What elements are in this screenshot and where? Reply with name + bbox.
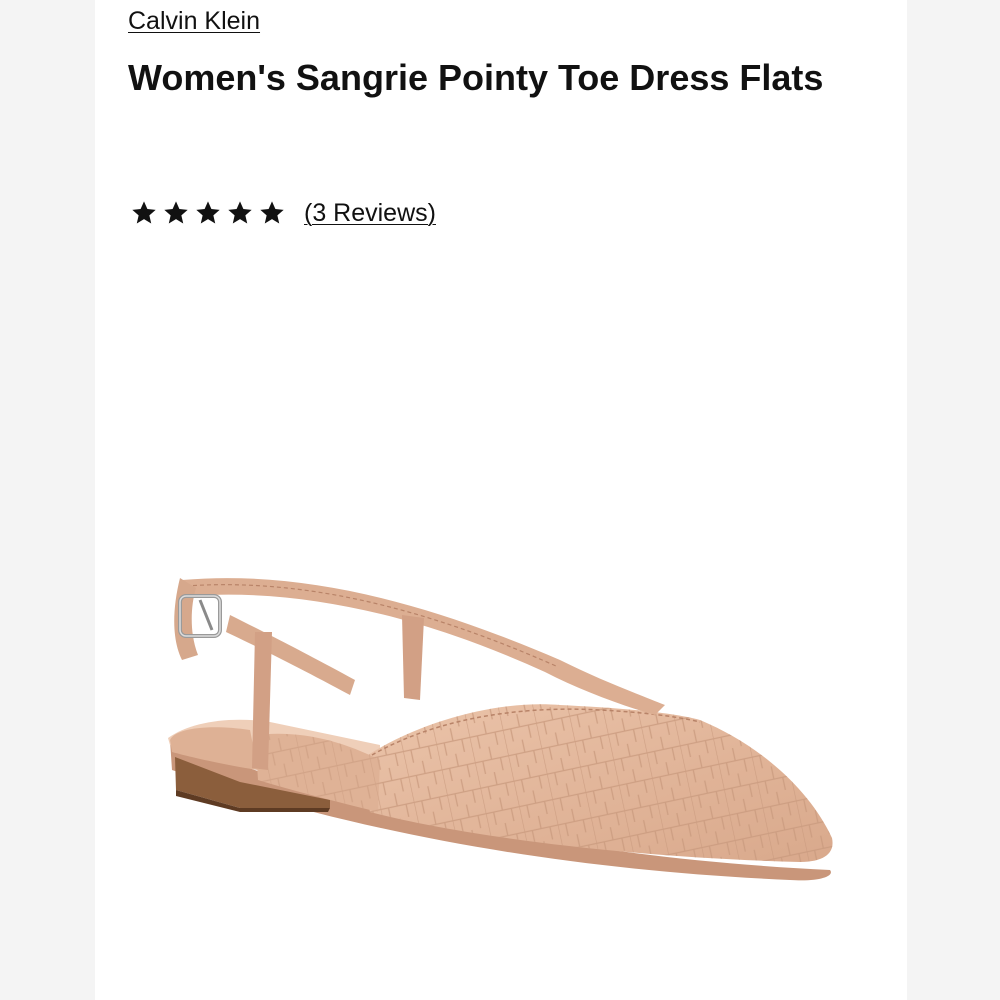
star-icon <box>260 201 284 224</box>
product-image[interactable] <box>155 550 855 890</box>
star-rating <box>130 199 286 227</box>
brand-link[interactable]: Calvin Klein <box>128 4 260 38</box>
star-icon <box>196 201 220 224</box>
left-margin <box>0 0 95 1000</box>
reviews-link[interactable]: (3 Reviews) <box>304 196 436 230</box>
star-icon <box>228 201 252 224</box>
star-icon <box>164 201 188 224</box>
product-title: Women's Sangrie Pointy Toe Dress Flats <box>128 57 824 98</box>
rating-row: (3 Reviews) <box>130 196 436 230</box>
right-margin <box>907 0 1000 1000</box>
star-icon <box>132 201 156 224</box>
